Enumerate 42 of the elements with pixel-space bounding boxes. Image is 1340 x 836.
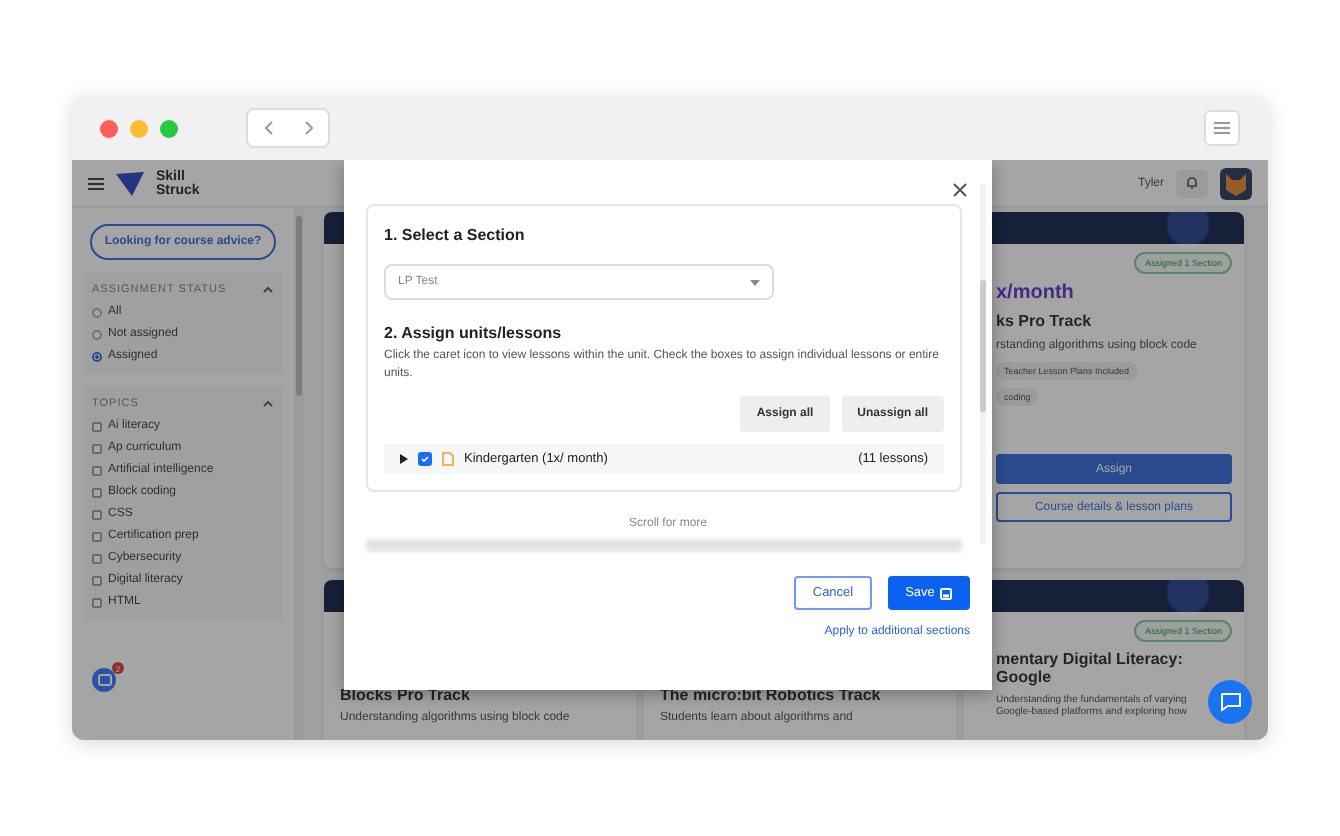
chat-icon[interactable] (1219, 692, 1241, 712)
checkbox[interactable] (92, 421, 102, 431)
floppy-disk-icon (940, 587, 953, 599)
window-icon[interactable] (97, 674, 111, 686)
checkbox[interactable] (92, 553, 102, 563)
scrollbar-thumb[interactable] (980, 280, 986, 412)
checkbox[interactable] (92, 487, 102, 497)
document-icon (442, 452, 454, 466)
minimize-window-icon[interactable] (130, 119, 148, 137)
back-icon[interactable] (263, 120, 273, 136)
course-title: ks Pro Track (996, 312, 1094, 330)
browser-menu-button[interactable] (1204, 110, 1240, 146)
checkbox[interactable] (92, 509, 102, 519)
section-heading: 2. Assign units/lessons (384, 324, 564, 342)
radio-button[interactable] (92, 329, 102, 339)
menu-icon[interactable] (1214, 122, 1230, 134)
dropdown-caret-icon[interactable] (750, 279, 760, 285)
radio-button[interactable] (92, 307, 102, 317)
scrollbar-thumb[interactable] (296, 216, 302, 396)
course-price: x/month (996, 282, 1076, 304)
logo-icon (116, 171, 144, 195)
checkbox[interactable] (92, 531, 102, 541)
collapse-icon[interactable] (262, 400, 274, 408)
checkbox[interactable] (92, 465, 102, 475)
menu-icon[interactable] (88, 177, 104, 189)
checkbox[interactable] (92, 597, 102, 607)
checkbox[interactable] (92, 443, 102, 453)
checkbox[interactable] (418, 452, 432, 466)
collapse-icon[interactable] (262, 286, 274, 294)
notifications-button[interactable] (1176, 169, 1208, 197)
avatar[interactable] (1220, 167, 1252, 199)
close-window-icon[interactable] (100, 119, 118, 137)
checkbox[interactable] (92, 575, 102, 585)
bell-icon[interactable] (1186, 176, 1198, 190)
forward-icon[interactable] (303, 120, 313, 136)
section-heading: 1. Select a Section (384, 226, 527, 244)
widget-button[interactable] (92, 668, 116, 692)
radio-button[interactable] (92, 351, 102, 361)
caret-icon[interactable] (400, 454, 408, 464)
course-title: mentary Digital Literacy: Google (996, 650, 1185, 686)
close-icon[interactable] (950, 180, 970, 200)
maximize-window-icon[interactable] (160, 119, 178, 137)
